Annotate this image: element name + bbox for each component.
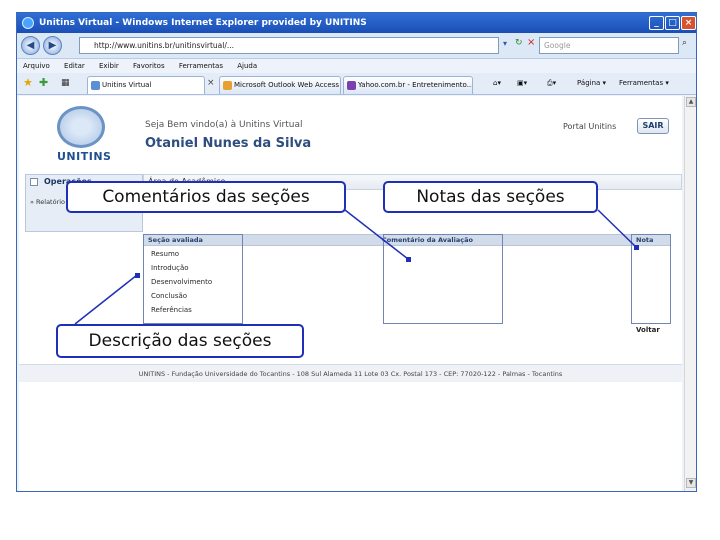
grade-marker <box>634 245 639 250</box>
comment-pointer <box>344 209 409 260</box>
callout-comments: Comentários das seções <box>66 181 346 213</box>
comment-marker <box>406 257 411 262</box>
description-marker <box>135 273 140 278</box>
description-pointer <box>74 274 138 325</box>
callout-grades: Notas das seções <box>383 181 598 213</box>
grade-pointer <box>597 209 637 248</box>
annotation-lines <box>74 209 637 325</box>
callout-descriptions: Descrição das seções <box>56 324 304 358</box>
